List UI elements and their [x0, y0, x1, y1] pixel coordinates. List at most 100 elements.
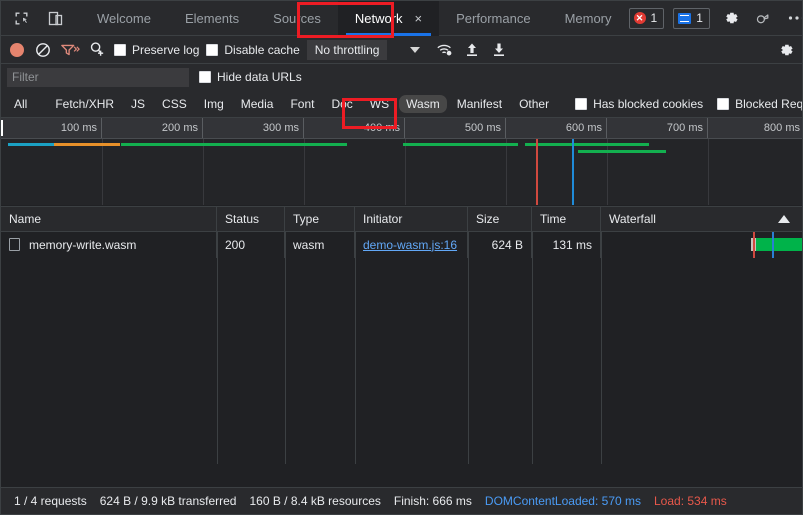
cell-waterfall[interactable]: [601, 232, 802, 258]
network-overview[interactable]: 100 ms 200 ms 300 ms 400 ms 500 ms 600 m…: [1, 118, 802, 206]
network-status-bar: 1 / 4 requests 624 B / 9.9 kB transferre…: [1, 487, 802, 514]
network-toolbar: Preserve log Disable cache No throttling: [1, 36, 802, 64]
import-har-icon[interactable]: [462, 40, 482, 60]
overview-request-bar: [121, 143, 347, 146]
disable-cache-checkbox[interactable]: Disable cache: [206, 43, 299, 57]
tab-label: Memory: [565, 11, 612, 26]
cell-name[interactable]: memory-write.wasm: [1, 232, 217, 258]
filter-chip-img[interactable]: Img: [197, 95, 231, 113]
menu-dots-icon[interactable]: [785, 6, 803, 30]
hide-data-urls-label: Hide data URLs: [217, 70, 302, 84]
settings-gear-icon[interactable]: [776, 40, 796, 60]
close-icon[interactable]: ×: [415, 12, 423, 25]
tab-label: Network: [355, 11, 403, 26]
ruler-tick-700: 700 ms: [607, 118, 708, 138]
clear-icon[interactable]: [33, 40, 53, 60]
tab-label: Sources: [273, 11, 321, 26]
tab-label: Welcome: [97, 11, 151, 26]
dock-icon-group: [1, 5, 68, 31]
filter-chip-media[interactable]: Media: [234, 95, 281, 113]
device-toolbar-icon[interactable]: [42, 5, 68, 31]
network-conditions-icon[interactable]: [435, 40, 455, 60]
cell-initiator[interactable]: demo-wasm.js:16: [355, 232, 468, 258]
more-options-icon[interactable]: [752, 6, 776, 30]
timeline-ruler: 100 ms 200 ms 300 ms 400 ms 500 ms 600 m…: [1, 118, 802, 139]
column-header-status[interactable]: Status: [217, 206, 285, 232]
hide-data-urls-checkbox[interactable]: Hide data URLs: [199, 70, 302, 84]
search-input[interactable]: [7, 68, 189, 87]
ruler-tick-800: 800 ms: [708, 118, 803, 138]
filter-chip-css[interactable]: CSS: [155, 95, 194, 113]
column-header-type[interactable]: Type: [285, 206, 355, 232]
overview-request-bar: [403, 143, 518, 146]
throttling-select[interactable]: No throttling: [307, 40, 388, 60]
error-counter-button[interactable]: ✕ 1: [629, 8, 665, 29]
tab-memory[interactable]: Memory: [548, 1, 629, 36]
request-name: memory-write.wasm: [29, 232, 136, 258]
tab-performance[interactable]: Performance: [439, 1, 547, 36]
checkbox-box: [199, 71, 211, 83]
has-blocked-cookies-checkbox[interactable]: Has blocked cookies: [575, 97, 703, 111]
devtools-window: Welcome Elements Sources Network × Perfo…: [0, 0, 803, 515]
column-header-initiator[interactable]: Initiator: [355, 206, 468, 232]
preserve-log-checkbox[interactable]: Preserve log: [114, 43, 199, 57]
chevron-down-icon[interactable]: [410, 47, 420, 53]
extra-filter-checkboxes: Has blocked cookies Blocked Requests: [575, 97, 803, 111]
status-finish: Finish: 666 ms: [394, 494, 472, 508]
sort-ascending-icon: [778, 215, 790, 223]
initiator-link[interactable]: demo-wasm.js:16: [363, 238, 457, 252]
filter-chip-font[interactable]: Font: [283, 95, 321, 113]
ruler-tick-100: 100 ms: [1, 118, 102, 138]
overview-request-bar: [54, 143, 120, 146]
filter-funnel-icon[interactable]: [60, 40, 80, 60]
message-counter-button[interactable]: 1: [673, 8, 710, 29]
record-button[interactable]: [10, 43, 24, 57]
search-icon[interactable]: [87, 40, 107, 60]
panel-tab-list: Welcome Elements Sources Network × Perfo…: [80, 1, 629, 36]
checkbox-box: [114, 44, 126, 56]
filter-chip-manifest[interactable]: Manifest: [450, 95, 509, 113]
error-icon: ✕: [634, 12, 646, 24]
throttling-value: No throttling: [315, 43, 380, 57]
requests-table-header: Name Status Type Initiator Size Time Wat…: [1, 206, 802, 232]
status-requests: 1 / 4 requests: [14, 494, 87, 508]
column-header-waterfall[interactable]: Waterfall: [601, 206, 802, 232]
requests-table-body[interactable]: memory-write.wasm 200 wasm demo-wasm.js:…: [1, 232, 802, 464]
tabbar-right-group: ✕ 1 1: [629, 6, 803, 30]
inspect-element-icon[interactable]: [8, 5, 34, 31]
filter-chip-all[interactable]: All: [7, 95, 34, 113]
preserve-log-label: Preserve log: [132, 43, 199, 57]
gear-icon[interactable]: [719, 6, 743, 30]
column-header-size[interactable]: Size: [468, 206, 532, 232]
message-count: 1: [696, 11, 703, 25]
file-icon: [9, 238, 20, 251]
tab-elements[interactable]: Elements: [168, 1, 256, 36]
filter-chip-ws[interactable]: WS: [363, 95, 396, 113]
devtools-tabbar: Welcome Elements Sources Network × Perfo…: [1, 1, 802, 36]
waterfall-download-segment: [756, 238, 802, 251]
filter-chip-js[interactable]: JS: [124, 95, 152, 113]
message-icon: [678, 13, 691, 24]
tab-sources[interactable]: Sources: [256, 1, 338, 36]
filter-chip-wasm[interactable]: Wasm: [399, 95, 447, 113]
tab-welcome[interactable]: Welcome: [80, 1, 168, 36]
overview-graph[interactable]: [1, 139, 802, 205]
column-header-waterfall-label: Waterfall: [609, 206, 656, 232]
column-header-time[interactable]: Time: [532, 206, 601, 232]
cell-status: 200: [217, 232, 285, 258]
tab-network[interactable]: Network ×: [338, 1, 439, 36]
table-row[interactable]: memory-write.wasm 200 wasm demo-wasm.js:…: [1, 232, 802, 258]
error-count: 1: [651, 11, 658, 25]
tab-label: Performance: [456, 11, 530, 26]
column-header-name[interactable]: Name: [1, 206, 217, 232]
filter-chip-other[interactable]: Other: [512, 95, 556, 113]
cell-size: 624 B: [468, 232, 532, 258]
checkbox-box: [575, 98, 587, 110]
domcontentloaded-marker: [572, 139, 574, 205]
tab-label: Elements: [185, 11, 239, 26]
filter-chip-doc[interactable]: Doc: [324, 95, 359, 113]
filter-chip-fetch-xhr[interactable]: Fetch/XHR: [48, 95, 121, 113]
export-har-icon[interactable]: [489, 40, 509, 60]
status-resources: 160 B / 8.4 kB resources: [249, 494, 380, 508]
blocked-requests-checkbox[interactable]: Blocked Requests: [717, 97, 803, 111]
